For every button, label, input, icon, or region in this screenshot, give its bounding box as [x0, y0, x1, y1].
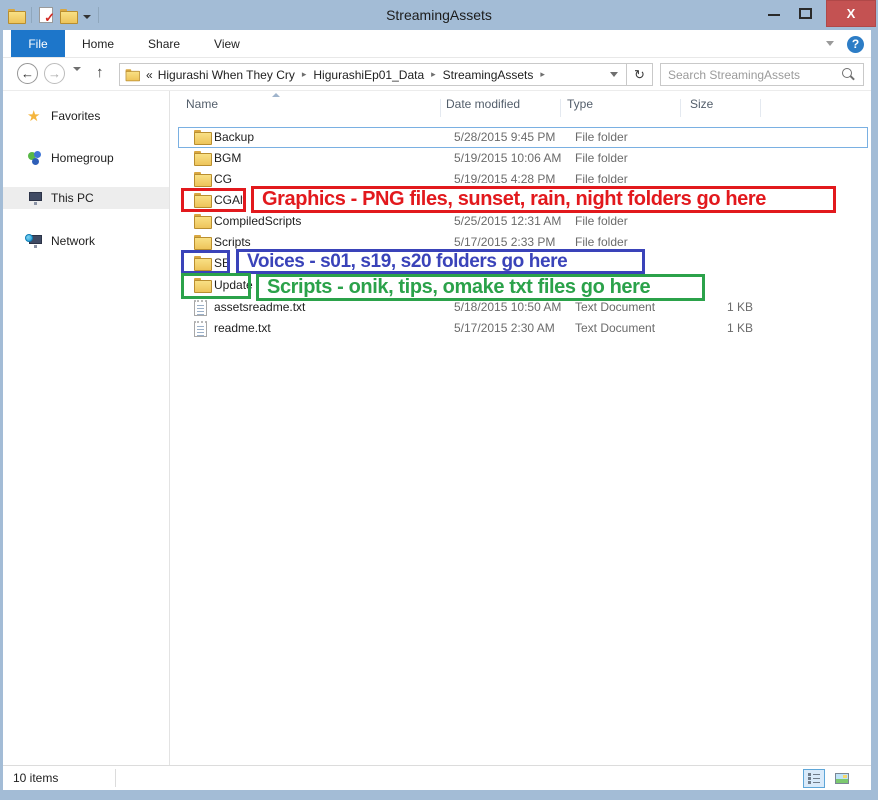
file-type: File folder: [575, 214, 628, 228]
thumbnails-view-icon: [835, 773, 849, 784]
maximize-button[interactable]: [799, 8, 812, 19]
file-date: 5/17/2015 2:30 AM: [454, 321, 555, 335]
details-view-button[interactable]: [803, 769, 825, 788]
sidebar-item-favorites[interactable]: ★ Favorites: [3, 105, 169, 127]
folder-icon: [194, 151, 210, 164]
column-header-date[interactable]: Date modified: [446, 97, 520, 111]
sidebar-item-homegroup[interactable]: Homegroup: [3, 147, 169, 169]
column-header-type[interactable]: Type: [567, 97, 593, 111]
minimize-button[interactable]: [768, 14, 780, 16]
status-divider: [115, 769, 116, 787]
help-icon[interactable]: ?: [847, 36, 864, 53]
file-date: 5/28/2015 9:45 PM: [454, 130, 555, 144]
table-row[interactable]: CompiledScripts 5/25/2015 12:31 AM File …: [178, 211, 868, 232]
file-date: 5/25/2015 12:31 AM: [454, 214, 561, 228]
breadcrumb-separator-icon[interactable]: ▸: [536, 69, 549, 80]
tab-share[interactable]: Share: [131, 30, 197, 57]
file-type: File folder: [575, 130, 628, 144]
breadcrumb-item[interactable]: HigurashiEp01_Data: [310, 68, 427, 82]
details-view-icon: [808, 773, 820, 784]
file-date: 5/19/2015 10:06 AM: [454, 151, 561, 165]
file-type: File folder: [575, 172, 628, 186]
sidebar-item-network[interactable]: Network: [3, 230, 169, 252]
ribbon-tab-bar: File Home Share View: [3, 30, 871, 58]
file-date: 5/19/2015 4:28 PM: [454, 172, 555, 186]
file-name: Scripts: [214, 235, 251, 249]
address-breadcrumb[interactable]: « Higurashi When They Cry ▸ HigurashiEp0…: [119, 63, 653, 86]
annotation-box-se: [181, 250, 230, 274]
table-row[interactable]: BGM 5/19/2015 10:06 AM File folder: [178, 148, 868, 169]
file-name: Backup: [214, 130, 254, 144]
sidebar-item-label: Homegroup: [51, 151, 114, 165]
star-icon: ★: [27, 108, 43, 124]
annotation-box-update: [181, 273, 251, 299]
file-type: File folder: [575, 235, 628, 249]
folder-icon: [194, 130, 210, 143]
file-type: File folder: [575, 151, 628, 165]
recent-locations-icon[interactable]: [73, 71, 81, 89]
tab-home[interactable]: Home: [65, 30, 131, 57]
sidebar-item-label: This PC: [51, 191, 94, 205]
breadcrumb-overflow[interactable]: «: [142, 68, 155, 82]
folder-icon: [194, 172, 210, 185]
address-bar-row: ← → ↑ « Higurashi When They Cry ▸ Higura…: [3, 58, 871, 91]
folder-icon: [194, 214, 210, 227]
sidebar-item-label: Favorites: [51, 109, 100, 123]
folder-icon: [194, 235, 210, 248]
annotation-note-scripts: Scripts - onik, tips, omake txt files go…: [256, 274, 705, 301]
computer-icon: [27, 190, 43, 206]
breadcrumb-separator-icon[interactable]: ▸: [427, 69, 440, 80]
search-placeholder: Search StreamingAssets: [661, 68, 841, 82]
sort-ascending-icon: [272, 93, 280, 97]
close-button[interactable]: [826, 0, 876, 27]
forward-button[interactable]: →: [44, 63, 65, 84]
back-button[interactable]: ←: [17, 63, 38, 84]
file-type: Text Document: [575, 321, 655, 335]
search-input[interactable]: Search StreamingAssets: [660, 63, 864, 86]
tab-view[interactable]: View: [197, 30, 257, 57]
address-dropdown-icon[interactable]: [610, 72, 618, 77]
status-bar: 10 items: [3, 765, 871, 790]
network-icon: [27, 233, 43, 249]
file-size: 1 KB: [688, 321, 753, 335]
file-name: assetsreadme.txt: [214, 300, 305, 314]
file-name: readme.txt: [214, 321, 271, 335]
table-row[interactable]: Backup 5/28/2015 9:45 PM File folder: [178, 127, 868, 148]
file-name: CompiledScripts: [214, 214, 301, 228]
homegroup-icon: [27, 150, 43, 166]
sidebar-item-this-pc[interactable]: This PC: [3, 187, 169, 209]
refresh-icon[interactable]: ↻: [626, 64, 652, 85]
table-row[interactable]: readme.txt 5/17/2015 2:30 AM Text Docume…: [178, 318, 868, 339]
search-icon[interactable]: [841, 68, 855, 82]
navigation-pane: ★ Favorites Homegroup This PC Network: [3, 91, 170, 765]
text-file-icon: [194, 300, 207, 316]
thumbnails-view-button[interactable]: [831, 769, 853, 788]
file-date: 5/17/2015 2:33 PM: [454, 235, 555, 249]
title-bar: StreamingAssets: [0, 0, 878, 30]
sidebar-item-label: Network: [51, 234, 95, 248]
expand-ribbon-icon[interactable]: [826, 41, 834, 46]
tab-file[interactable]: File: [11, 30, 65, 57]
up-button[interactable]: ↑: [96, 64, 104, 81]
file-date: 5/18/2015 10:50 AM: [454, 300, 561, 314]
file-size: 1 KB: [688, 300, 753, 314]
annotation-note-voices: Voices - s01, s19, s20 folders go here: [236, 249, 645, 274]
annotation-box-cgalt: [181, 188, 246, 212]
breadcrumb-item[interactable]: StreamingAssets: [440, 68, 537, 82]
breadcrumb-item[interactable]: Higurashi When They Cry: [155, 68, 298, 82]
column-header-name[interactable]: Name: [186, 97, 218, 111]
column-header-size[interactable]: Size: [690, 97, 713, 111]
file-name: CG: [214, 172, 232, 186]
text-file-icon: [194, 321, 207, 337]
file-name: BGM: [214, 151, 241, 165]
location-folder-icon: [126, 69, 139, 79]
file-type: Text Document: [575, 300, 655, 314]
breadcrumb-separator-icon[interactable]: ▸: [298, 69, 311, 80]
items-count: 10 items: [13, 771, 58, 785]
annotation-note-graphics: Graphics - PNG files, sunset, rain, nigh…: [251, 186, 836, 213]
window-title: StreamingAssets: [0, 7, 878, 23]
